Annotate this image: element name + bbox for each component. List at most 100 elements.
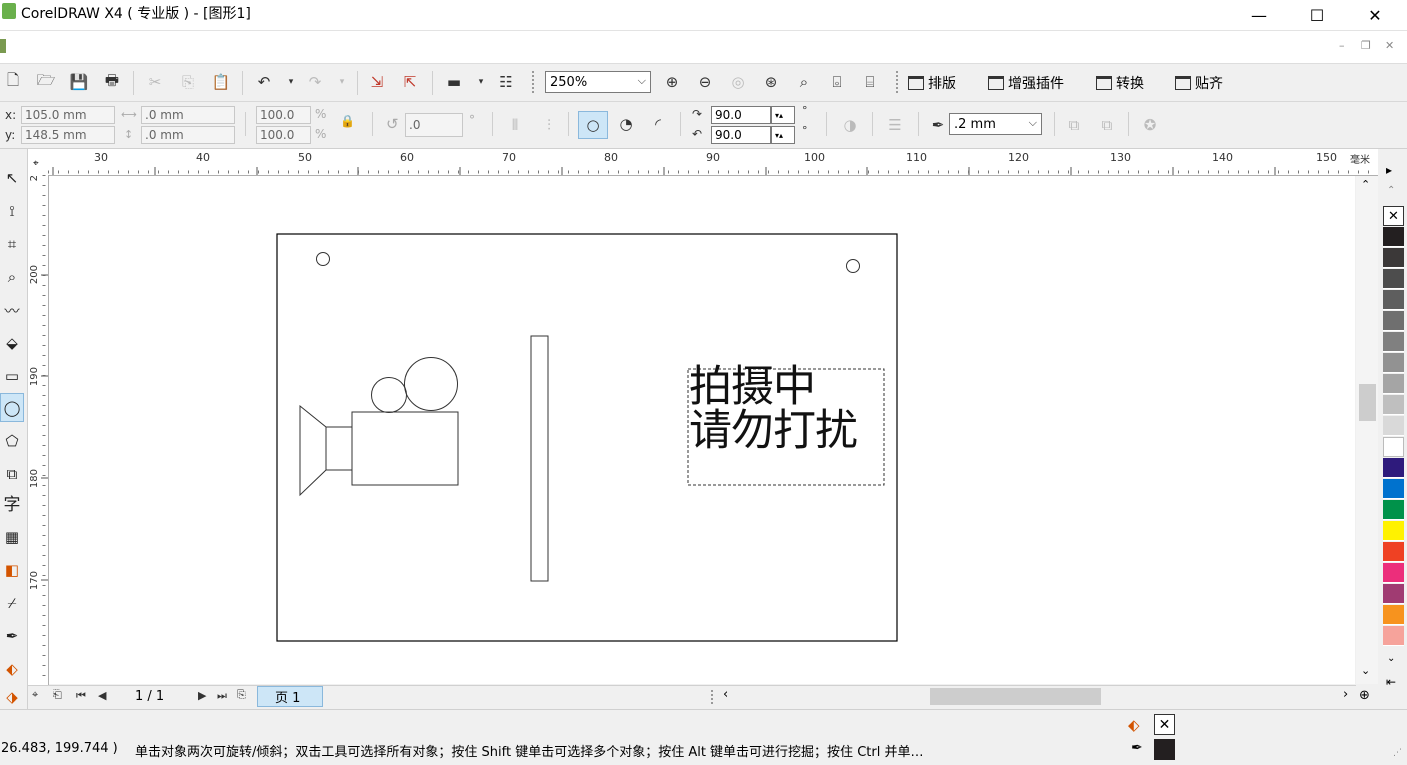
palette-swatch[interactable]: [1383, 458, 1404, 478]
convert-to-curves-icon[interactable]: ✪: [1141, 116, 1159, 134]
application-launcher-icon[interactable]: ▬: [445, 73, 463, 91]
doc-restore-button[interactable]: ❐: [1361, 39, 1371, 52]
palette-swatch[interactable]: [1383, 500, 1404, 520]
palette-scroll-right-icon[interactable]: ▸: [1386, 163, 1392, 177]
direction-icon[interactable]: ◑: [841, 116, 859, 134]
zoom-in-icon[interactable]: ⊕: [663, 73, 681, 91]
zoom-out-icon[interactable]: ⊖: [696, 73, 714, 91]
palette-swatch[interactable]: [1383, 437, 1404, 457]
palette-swatch[interactable]: [1383, 395, 1404, 415]
palette-swatch[interactable]: [1383, 311, 1404, 331]
maximize-button[interactable]: ☐: [1294, 0, 1340, 30]
outline-tool-icon[interactable]: ✒: [0, 623, 24, 649]
vertical-ruler[interactable]: 2 200 190 180 170: [28, 175, 49, 685]
fill-tool-icon[interactable]: ⬖: [0, 656, 24, 682]
palette-swatch[interactable]: [1383, 479, 1404, 499]
palette-swatch[interactable]: [1383, 521, 1404, 541]
crop-tool-icon[interactable]: ⌗: [0, 231, 24, 257]
polygon-tool-icon[interactable]: ⬠: [0, 428, 24, 454]
width-field[interactable]: .0 mm: [141, 106, 235, 124]
zoom-selected-icon[interactable]: ◎: [729, 73, 747, 91]
horizontal-scroll-thumb[interactable]: [930, 688, 1101, 705]
redo-icon[interactable]: ↷: [306, 73, 324, 91]
splitter-grip[interactable]: [711, 690, 715, 704]
undo-icon[interactable]: ↶: [255, 73, 273, 91]
doc-close-button[interactable]: ✕: [1385, 39, 1394, 52]
copy-icon[interactable]: ⎘: [179, 73, 197, 91]
basic-shapes-tool-icon[interactable]: ⧉: [0, 461, 24, 487]
scroll-left-icon[interactable]: ‹: [723, 687, 728, 702]
horizontal-ruler[interactable]: 30 40 50 60 70 80 90 100 110 120 130 140…: [48, 149, 1378, 176]
lock-ratio-icon[interactable]: 🔒: [340, 114, 355, 128]
scroll-up-icon[interactable]: ⌃: [1361, 178, 1370, 191]
palette-expand-icon[interactable]: ⇤: [1386, 675, 1396, 689]
outline-width-select[interactable]: .2 mm ⌵: [949, 113, 1042, 135]
interactive-fill-tool-icon[interactable]: ⬗: [0, 684, 24, 710]
print-icon[interactable]: 🖶: [103, 71, 121, 91]
first-page-icon[interactable]: ⏮: [76, 689, 86, 703]
palette-swatch[interactable]: [1383, 542, 1404, 562]
vertical-scroll-thumb[interactable]: [1359, 384, 1376, 421]
welcome-screen-icon[interactable]: ☷: [497, 73, 515, 91]
start-angle-field[interactable]: 90.0: [711, 106, 771, 124]
ellipse-tool-icon[interactable]: ◯: [0, 393, 24, 422]
open-folder-icon[interactable]: 🗁: [37, 71, 56, 91]
launcher-dropdown-icon[interactable]: ▾: [472, 73, 490, 91]
x-position-field[interactable]: 105.0 mm: [21, 106, 115, 124]
toolbar-grip[interactable]: [532, 71, 536, 93]
palette-swatch[interactable]: [1383, 416, 1404, 436]
save-icon[interactable]: 💾: [70, 73, 89, 91]
interactive-blend-tool-icon[interactable]: ◧: [0, 557, 24, 583]
palette-swatch[interactable]: [1383, 227, 1404, 247]
sign-text[interactable]: 拍摄中 请勿打扰: [689, 365, 858, 453]
eyedropper-tool-icon[interactable]: ⌿: [0, 590, 24, 616]
last-page-icon[interactable]: ⏭: [217, 689, 227, 703]
zoom-page-height-icon[interactable]: ⌸: [861, 73, 879, 91]
toolbar-grip[interactable]: [896, 71, 900, 93]
start-angle-spinner[interactable]: ▾▴: [771, 106, 795, 124]
scale-y-field[interactable]: 100.0: [256, 126, 311, 144]
smart-fill-tool-icon[interactable]: ⬙: [0, 330, 24, 356]
y-position-field[interactable]: 148.5 mm: [21, 126, 115, 144]
palette-swatch[interactable]: [1383, 374, 1404, 394]
rectangle-tool-icon[interactable]: ▭: [0, 363, 24, 389]
freehand-tool-icon[interactable]: 〰: [0, 297, 24, 323]
scroll-down-icon[interactable]: ⌄: [1361, 664, 1370, 677]
palette-swatch[interactable]: [1383, 353, 1404, 373]
height-field[interactable]: .0 mm: [141, 126, 235, 144]
redo-dropdown-icon[interactable]: ▾: [333, 73, 351, 91]
pie-mode-icon[interactable]: ◔: [617, 115, 635, 133]
to-front-icon[interactable]: ⧉: [1065, 116, 1083, 134]
insert-page-before-icon[interactable]: ⎗: [53, 688, 62, 702]
to-back-icon[interactable]: ⧉: [1098, 116, 1116, 134]
scale-x-field[interactable]: 100.0: [256, 106, 311, 124]
view-icon[interactable]: ⌖: [32, 688, 38, 702]
navigator-zoom-icon[interactable]: ⊕: [1359, 688, 1370, 703]
pick-tool-icon[interactable]: ↖: [0, 165, 24, 191]
minimize-button[interactable]: —: [1236, 0, 1282, 30]
import-icon[interactable]: ⇲: [368, 73, 386, 91]
ellipse-mode-icon[interactable]: ○: [578, 111, 608, 139]
palette-swatch[interactable]: [1383, 626, 1404, 646]
rotation-angle-field[interactable]: .0: [405, 113, 463, 137]
end-angle-spinner[interactable]: ▾▴: [771, 126, 795, 144]
no-color-swatch[interactable]: ✕: [1383, 206, 1404, 226]
zoom-page-icon[interactable]: ⌕: [795, 73, 813, 91]
zoom-level-select[interactable]: 250% ⌵: [545, 71, 651, 93]
zoom-all-objects-icon[interactable]: ⊛: [762, 73, 780, 91]
fill-none-swatch[interactable]: ✕: [1154, 714, 1175, 735]
undo-dropdown-icon[interactable]: ▾: [282, 73, 300, 91]
next-page-icon[interactable]: ▶: [198, 689, 206, 702]
mirror-horizontal-icon[interactable]: ⫴: [506, 116, 524, 134]
plugin-enhance-button[interactable]: 增强插件: [988, 73, 1064, 93]
table-tool-icon[interactable]: ▦: [0, 524, 24, 550]
mirror-vertical-icon[interactable]: ⫶: [540, 116, 558, 134]
doc-minimize-button[interactable]: –: [1339, 39, 1345, 52]
zoom-tool-icon[interactable]: ⌕: [0, 264, 24, 290]
cut-icon[interactable]: ✂: [146, 73, 164, 91]
document-icon[interactable]: [0, 39, 6, 53]
wrap-text-icon[interactable]: ☰: [886, 116, 904, 134]
drawing-canvas[interactable]: 拍摄中 请勿打扰: [49, 176, 1355, 684]
palette-scroll-down-icon[interactable]: ⌄: [1387, 653, 1395, 664]
new-document-icon[interactable]: 🗋: [4, 71, 22, 91]
